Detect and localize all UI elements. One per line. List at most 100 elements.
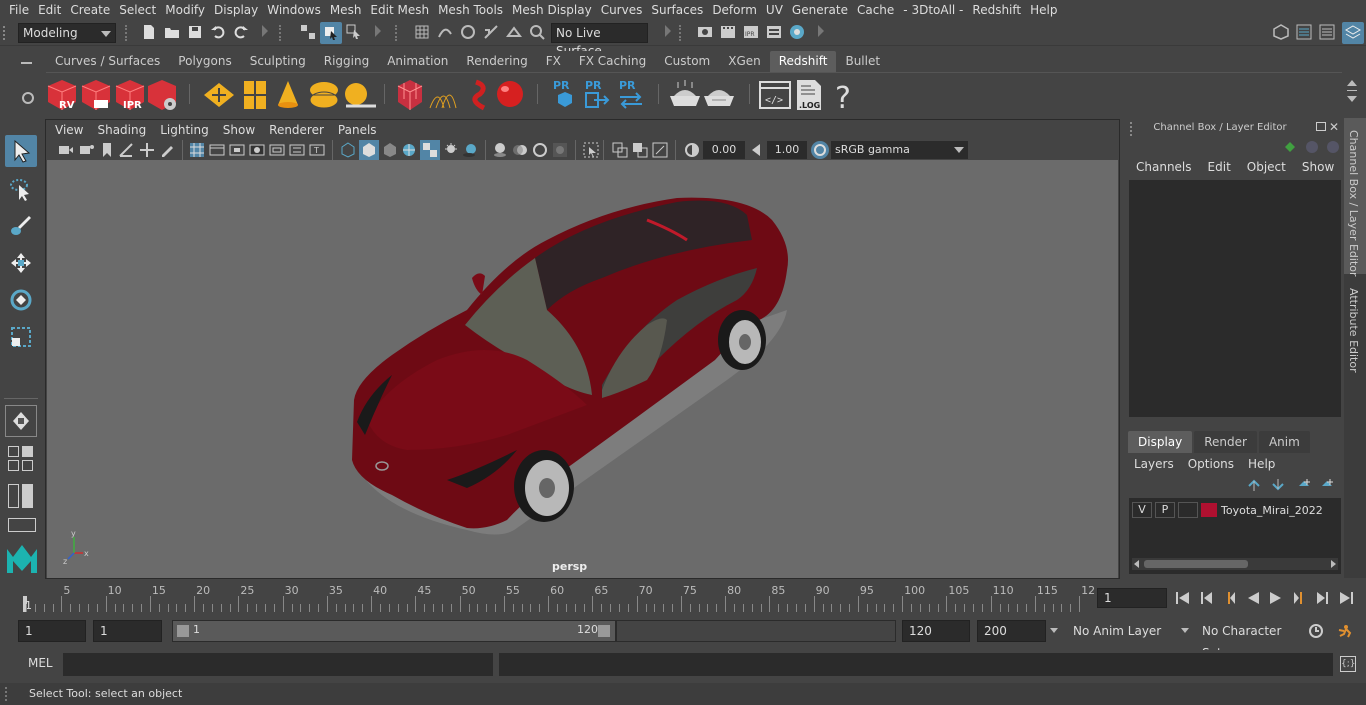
menu-3dtoall[interactable]: - 3DtoAll - — [894, 0, 963, 20]
script-editor-icon[interactable]: {;} — [1340, 656, 1356, 672]
layout-graph-icon[interactable] — [8, 518, 36, 532]
select-camera-icon[interactable] — [58, 142, 74, 158]
chevron-down-icon[interactable] — [1181, 628, 1189, 633]
snap-curve-icon[interactable] — [437, 24, 453, 40]
snap-surface-icon[interactable] — [506, 24, 522, 40]
shelf-tab-bullet[interactable]: Bullet — [836, 51, 890, 72]
move-layer-down-icon[interactable] — [1270, 477, 1286, 493]
layout-single-icon[interactable] — [8, 446, 19, 457]
screen-space-ao-icon[interactable] — [492, 142, 508, 158]
hypershade-icon[interactable] — [789, 24, 805, 40]
ipr-render-icon[interactable]: IPR — [743, 24, 759, 40]
select-tool-button[interactable] — [5, 135, 37, 167]
grease-pencil-icon[interactable] — [159, 142, 175, 158]
shelf-tab-xgen[interactable]: XGen — [719, 51, 770, 72]
color-management-toggle[interactable] — [811, 141, 829, 159]
chevron-down-icon[interactable] — [1050, 628, 1058, 633]
attribute-editor-toggle-icon[interactable] — [1296, 24, 1312, 40]
panel-menu-view[interactable]: View — [48, 120, 90, 140]
current-frame-field[interactable]: 1 — [1097, 588, 1167, 608]
menu-create[interactable]: Create — [61, 0, 110, 20]
2d-pan-zoom-icon[interactable] — [139, 142, 155, 158]
scroll-thumb[interactable] — [1144, 560, 1248, 568]
play-backward-icon[interactable] — [1245, 590, 1261, 606]
car-model-render[interactable]: x y z — [47, 160, 1118, 578]
select-hierarchy-icon[interactable] — [300, 24, 316, 40]
panel-menu-lighting[interactable]: Lighting — [153, 120, 216, 140]
area-light-icon[interactable] — [204, 83, 234, 107]
mode-dropdown[interactable]: Modeling — [18, 23, 116, 43]
shelf-scroll-up-icon[interactable] — [1347, 80, 1357, 86]
layer-display-type-toggle[interactable] — [1178, 502, 1198, 518]
layer-tab-render[interactable]: Render — [1194, 431, 1257, 453]
channel-box-key-icon[interactable] — [1284, 141, 1296, 153]
redshift-rv-icon[interactable]: RV — [47, 80, 77, 111]
bake-icon[interactable] — [670, 80, 700, 106]
shelf-tab-curves-surfaces[interactable]: Curves / Surfaces — [46, 51, 170, 72]
play-forward-icon[interactable] — [1268, 590, 1284, 606]
menu-mesh[interactable]: Mesh — [321, 0, 362, 20]
collapse-arrow-icon[interactable] — [665, 25, 671, 37]
panel-menu-show[interactable]: Show — [216, 120, 262, 140]
layout-quad-buttons[interactable] — [8, 446, 36, 472]
shelf-tab-rigging[interactable]: Rigging — [314, 51, 379, 72]
playback-end-field[interactable]: 120 — [902, 620, 970, 642]
go-to-end-icon[interactable] — [1339, 590, 1355, 606]
layer-row[interactable]: V P Toyota_Mirai_2022 — [1132, 500, 1337, 520]
layer-tab-display[interactable]: Display — [1128, 431, 1193, 453]
shelf-scroll-down-icon[interactable] — [1347, 96, 1357, 102]
menu-file[interactable]: File — [0, 0, 29, 20]
channel-box-menu-channels[interactable]: Channels — [1130, 160, 1199, 174]
xray-joints-icon[interactable] — [652, 142, 668, 158]
shelf-tab-sculpting[interactable]: Sculpting — [240, 51, 315, 72]
step-forward-frame-icon[interactable] — [1292, 590, 1308, 606]
menu-mesh-tools[interactable]: Mesh Tools — [429, 0, 503, 20]
layer-name[interactable]: Toyota_Mirai_2022 — [1221, 504, 1323, 517]
gamma-field[interactable]: 1.00 — [767, 141, 807, 159]
menu-uv[interactable]: UV — [757, 0, 783, 20]
select-object-mode-button[interactable] — [320, 22, 342, 44]
lasso-tool-button[interactable] — [5, 173, 37, 205]
redshift-ipr-icon[interactable]: IPR — [115, 80, 145, 111]
snap-grid-icon[interactable] — [414, 24, 430, 40]
field-chart-icon[interactable] — [269, 142, 285, 158]
menu-cache[interactable]: Cache — [848, 0, 894, 20]
menu-mesh-display[interactable]: Mesh Display — [503, 0, 592, 20]
portal-light-icon[interactable] — [244, 81, 266, 109]
command-input[interactable] — [63, 653, 493, 676]
rotate-tool-button[interactable] — [5, 284, 37, 316]
layout-persp-icon[interactable] — [22, 460, 33, 471]
layer-playback-toggle[interactable]: P — [1155, 502, 1175, 518]
panel-menu-panels[interactable]: Panels — [331, 120, 384, 140]
channel-box-menu-object[interactable]: Object — [1241, 160, 1293, 174]
shadows-icon[interactable] — [462, 142, 478, 158]
new-layer-icon[interactable] — [1296, 477, 1312, 493]
character-set-dropdown[interactable]: No Character Set — [1196, 620, 1300, 660]
panel-menu-shading[interactable]: Shading — [90, 120, 153, 140]
bookmark-icon[interactable] — [99, 142, 115, 158]
proxy-icon[interactable] — [397, 80, 423, 110]
step-forward-key-icon[interactable] — [1315, 590, 1331, 606]
make-live-icon[interactable] — [529, 24, 545, 40]
shelf-tab-fx-caching[interactable]: FX Caching — [569, 51, 656, 72]
range-end-handle[interactable] — [598, 625, 610, 637]
channel-box-toggle-button[interactable] — [1342, 22, 1364, 44]
new-layer-selected-icon[interactable] — [1319, 477, 1335, 493]
layout-persp-outliner-icon[interactable] — [22, 484, 33, 508]
collapse-arrow-icon[interactable] — [818, 25, 824, 37]
menu-surfaces[interactable]: Surfaces — [642, 0, 703, 20]
shelf-tab-custom[interactable]: Custom — [655, 51, 720, 72]
script-language-toggle[interactable]: MEL — [28, 656, 53, 670]
shelf-tab-animation[interactable]: Animation — [378, 51, 458, 72]
shelf-tab-rendering[interactable]: Rendering — [457, 51, 537, 72]
menu-redshift[interactable]: Redshift — [963, 0, 1021, 20]
step-back-key-icon[interactable] — [1198, 590, 1214, 606]
menu-edit-mesh[interactable]: Edit Mesh — [361, 0, 429, 20]
wireframe-icon[interactable] — [340, 142, 356, 158]
pr-export-icon[interactable]: PR — [585, 79, 610, 108]
channel-box-lock-icon[interactable] — [1327, 141, 1339, 153]
hair-icon[interactable] — [429, 94, 457, 109]
wireframe-on-shaded-icon[interactable] — [401, 142, 417, 158]
gate-mask-icon[interactable] — [249, 142, 265, 158]
shelf-tab-redshift[interactable]: Redshift — [769, 51, 837, 72]
